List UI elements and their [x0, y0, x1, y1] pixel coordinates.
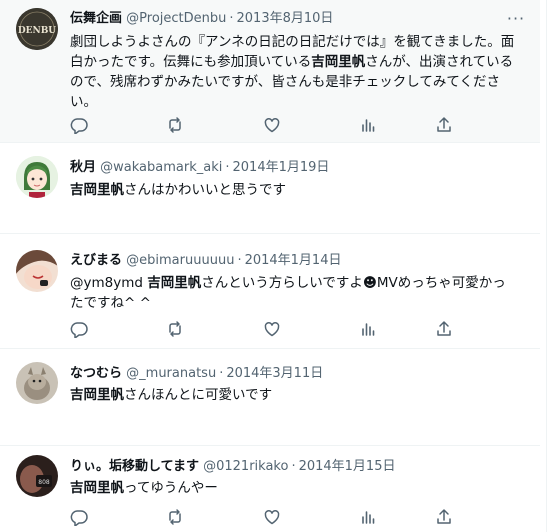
like-icon[interactable]	[263, 320, 283, 340]
display-name[interactable]: 伝舞企画	[70, 11, 122, 26]
tweet-header: 伝舞企画 @ProjectDenbu · 2013年8月10日	[70, 9, 500, 29]
tweet-actions	[62, 116, 462, 136]
reply-icon[interactable]	[70, 320, 90, 340]
separator-dot: ·	[291, 459, 296, 474]
avatar-logo: 808	[38, 479, 50, 486]
retweet-icon[interactable]	[166, 508, 186, 528]
tweet-actions	[62, 320, 462, 340]
display-name[interactable]: 秋月	[70, 160, 96, 175]
highlighted-keyword: 吉岡里帆	[70, 387, 124, 403]
tweet[interactable]: DENBU 伝舞企画 @ProjectDenbu · 2013年8月10日 ··· …	[0, 0, 540, 143]
tweet-text: @ym8ymd 吉岡里帆さんという方らしいですよ☻MVめっちゃ可愛かったですね^…	[70, 273, 516, 313]
retweet-icon[interactable]	[166, 320, 186, 340]
avatar-logo: DENBU	[18, 26, 56, 36]
user-handle[interactable]: @wakabamark_aki	[100, 160, 222, 175]
like-icon[interactable]	[263, 508, 283, 528]
more-options-button[interactable]: ···	[506, 11, 526, 32]
tweet-header: 秋月 @wakabamark_aki · 2014年1月19日	[70, 158, 500, 178]
timeline: DENBU 伝舞企画 @ProjectDenbu · 2013年8月10日 ··· …	[0, 0, 547, 532]
tweet-date[interactable]: 2014年3月11日	[226, 366, 323, 381]
tweet[interactable]: 秋月 @wakabamark_aki · 2014年1月19日 吉岡里帆さんはかわい…	[0, 143, 540, 234]
like-icon[interactable]	[263, 116, 283, 136]
separator-dot: ·	[229, 11, 234, 26]
user-handle[interactable]: @_muranatsu	[126, 366, 216, 381]
tweet-date[interactable]: 2013年8月10日	[237, 11, 334, 26]
tweet-text-segment: さんほんとに可愛いです	[124, 387, 273, 403]
tweet-text: 吉岡里帆さんはかわいいと思うです	[70, 180, 516, 200]
tweet-date[interactable]: 2014年1月14日	[245, 253, 342, 268]
analytics-icon[interactable]	[359, 508, 379, 528]
share-icon[interactable]	[435, 320, 455, 340]
user-handle[interactable]: @ebimaruuuuuu	[126, 253, 234, 268]
separator-dot: ·	[219, 366, 224, 381]
highlighted-keyword: 吉岡里帆	[147, 275, 202, 291]
tweet-text: 吉岡里帆さんほんとに可愛いです	[70, 385, 516, 405]
tweet-header: なつむら @_muranatsu · 2014年3月11日	[70, 364, 500, 384]
reply-icon[interactable]	[70, 116, 90, 136]
avatar[interactable]	[16, 250, 58, 292]
tweet-header: りぃ。垢移動してます @0121rikako · 2014年1月15日	[70, 457, 500, 477]
highlighted-keyword: 吉岡里帆	[311, 54, 366, 70]
tweet-text: 劇団しようよさんの『アンネの日記の日記だけでは』を観てきました。面白かったです。…	[70, 32, 516, 112]
avatar[interactable]	[16, 362, 58, 404]
tweet[interactable]: なつむら @_muranatsu · 2014年3月11日 吉岡里帆さんほんとに可愛…	[0, 349, 540, 446]
reply-icon[interactable]	[70, 508, 90, 528]
tweet-date[interactable]: 2014年1月19日	[233, 160, 330, 175]
tweet-date[interactable]: 2014年1月15日	[299, 459, 396, 474]
display-name[interactable]: なつむら	[70, 366, 122, 381]
share-icon[interactable]	[435, 116, 455, 136]
tweet[interactable]: 808 りぃ。垢移動してます @0121rikako · 2014年1月15日 吉岡…	[0, 446, 540, 532]
highlighted-keyword: 吉岡里帆	[70, 182, 124, 198]
retweet-icon[interactable]	[166, 116, 186, 136]
share-icon[interactable]	[435, 508, 455, 528]
tweet-header: えびまる @ebimaruuuuuu · 2014年1月14日	[70, 251, 500, 271]
display-name[interactable]: えびまる	[70, 253, 122, 268]
tweet-text: 吉岡里帆ってゆうんやー	[70, 478, 516, 498]
analytics-icon[interactable]	[359, 320, 379, 340]
tweet-text-segment: ってゆうんやー	[124, 480, 218, 496]
highlighted-keyword: 吉岡里帆	[70, 480, 124, 496]
avatar[interactable]: DENBU	[16, 8, 58, 50]
analytics-icon[interactable]	[359, 116, 379, 136]
tweet-text-segment: さんはかわいいと思うです	[124, 182, 286, 198]
tweet-actions	[62, 508, 462, 528]
tweet[interactable]: えびまる @ebimaruuuuuu · 2014年1月14日 @ym8ymd 吉岡…	[0, 234, 540, 349]
avatar[interactable]: 808	[16, 455, 58, 497]
avatar[interactable]	[16, 156, 58, 198]
separator-dot: ·	[225, 160, 230, 175]
user-handle[interactable]: @ProjectDenbu	[126, 11, 226, 26]
user-handle[interactable]: @0121rikako	[203, 459, 288, 474]
separator-dot: ·	[237, 253, 242, 268]
tweet-text-segment: @ym8ymd	[70, 275, 148, 291]
display-name[interactable]: りぃ。垢移動してます	[70, 459, 199, 474]
